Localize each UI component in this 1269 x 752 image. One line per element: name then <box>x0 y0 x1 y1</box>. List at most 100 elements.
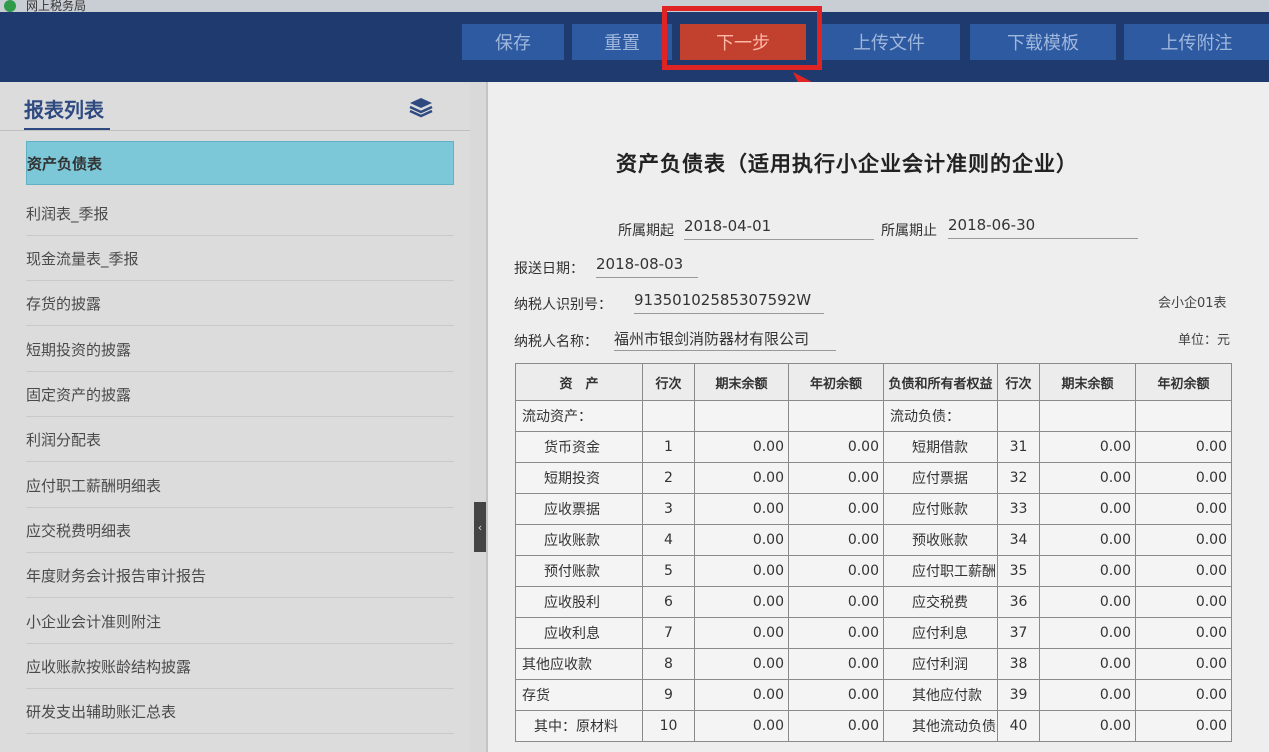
begin-balance-cell[interactable]: 0.00 <box>788 710 884 742</box>
balance-sheet-table: 资 产 行次 期末余额 年初余额 负债和所有者权益 行次 期末余额 年初余额 流… <box>515 363 1232 742</box>
end-balance-cell[interactable]: 0.00 <box>694 493 789 525</box>
begin-balance-cell-2[interactable]: 0.00 <box>1135 555 1232 587</box>
sidebar-item-receivables-aging[interactable]: 应收账款按账龄结构披露 <box>26 645 454 689</box>
empty-cell <box>997 400 1040 432</box>
liability-name: 短期借款 <box>883 431 998 463</box>
report-list-sidebar: 报表列表 资产负债表 利润表_季报 现金流量表_季报 存货的披露 短期投资的披露… <box>0 82 470 752</box>
end-balance-cell-2[interactable]: 0.00 <box>1039 493 1136 525</box>
end-balance-cell[interactable]: 0.00 <box>694 648 789 680</box>
table-row: 其中：原材料 10 0.00 0.00 其他流动负债 40 0.00 0.00 <box>515 710 1232 742</box>
sidebar-title: 报表列表 <box>24 98 104 122</box>
liability-name: 应付账款 <box>883 493 998 525</box>
begin-balance-cell-2[interactable]: 0.00 <box>1135 524 1232 556</box>
begin-balance-cell[interactable]: 0.00 <box>788 617 884 649</box>
sidebar-item-inventory[interactable]: 存货的披露 <box>26 282 454 326</box>
liability-name: 应交税费 <box>883 586 998 618</box>
period-start-field[interactable]: 2018-04-01 <box>684 217 874 240</box>
liability-name: 应付利润 <box>883 648 998 680</box>
end-balance-cell-2[interactable]: 0.00 <box>1039 524 1136 556</box>
begin-balance-cell-2[interactable]: 0.00 <box>1135 586 1232 618</box>
layers-icon[interactable] <box>408 96 434 118</box>
section-current-assets: 流动资产： <box>515 400 643 432</box>
begin-balance-cell[interactable]: 0.00 <box>788 493 884 525</box>
sidebar-item-label: 应付职工薪酬明细表 <box>26 477 162 495</box>
sidebar-item-label: 资产负债表 <box>27 154 103 173</box>
begin-balance-cell-2[interactable]: 0.00 <box>1135 617 1232 649</box>
row-no-2: 32 <box>997 462 1040 494</box>
form-code: 会小企01表 <box>1158 296 1227 311</box>
sidebar-item-label: 应收账款按账龄结构披露 <box>26 658 192 676</box>
sidebar-item-payroll[interactable]: 应付职工薪酬明细表 <box>26 464 454 508</box>
period-end-field[interactable]: 2018-06-30 <box>948 216 1138 239</box>
end-balance-cell-2[interactable]: 0.00 <box>1039 648 1136 680</box>
col-header-row-no-2: 行次 <box>997 363 1040 401</box>
end-balance-cell[interactable]: 0.00 <box>694 679 789 711</box>
end-balance-cell-2[interactable]: 0.00 <box>1039 586 1136 618</box>
begin-balance-cell-2[interactable]: 0.00 <box>1135 648 1232 680</box>
sidebar-item-label: 利润表_季报 <box>26 205 109 223</box>
sidebar-item-profit-distribution[interactable]: 利润分配表 <box>26 418 454 462</box>
row-no-2: 40 <box>997 710 1040 742</box>
end-balance-cell[interactable]: 0.00 <box>694 555 789 587</box>
begin-balance-cell[interactable]: 0.00 <box>788 679 884 711</box>
begin-balance-cell[interactable]: 0.00 <box>788 462 884 494</box>
begin-balance-cell[interactable]: 0.00 <box>788 555 884 587</box>
end-balance-cell-2[interactable]: 0.00 <box>1039 617 1136 649</box>
end-balance-cell-2[interactable]: 0.00 <box>1039 555 1136 587</box>
end-balance-cell[interactable]: 0.00 <box>694 710 789 742</box>
table-row: 应收票据 3 0.00 0.00 应付账款 33 0.00 0.00 <box>515 493 1232 525</box>
sidebar-item-accounting-notes[interactable]: 小企业会计准则附注 <box>26 600 454 644</box>
end-balance-cell-2[interactable]: 0.00 <box>1039 431 1136 463</box>
begin-balance-cell-2[interactable]: 0.00 <box>1135 462 1232 494</box>
begin-balance-cell[interactable]: 0.00 <box>788 648 884 680</box>
begin-balance-cell[interactable]: 0.00 <box>788 524 884 556</box>
collapse-sidebar-icon[interactable]: ‹ <box>474 502 486 552</box>
sidebar-item-label: 短期投资的披露 <box>26 341 132 359</box>
sidebar-item-income-statement[interactable]: 利润表_季报 <box>26 192 454 236</box>
empty-cell <box>1135 400 1232 432</box>
sidebar-item-fixed-assets[interactable]: 固定资产的披露 <box>26 373 454 417</box>
end-balance-cell[interactable]: 0.00 <box>694 462 789 494</box>
row-no-2: 31 <box>997 431 1040 463</box>
sidebar-item-label: 小企业会计准则附注 <box>26 613 162 631</box>
period-end-label: 所属期止 <box>881 223 937 239</box>
begin-balance-cell-2[interactable]: 0.00 <box>1135 493 1232 525</box>
end-balance-cell-2[interactable]: 0.00 <box>1039 710 1136 742</box>
taxpayer-id-label: 纳税人识别号： <box>514 297 612 313</box>
empty-cell <box>642 400 695 432</box>
begin-balance-cell-2[interactable]: 0.00 <box>1135 679 1232 711</box>
end-balance-cell-2[interactable]: 0.00 <box>1039 679 1136 711</box>
sidebar-item-cash-flow[interactable]: 现金流量表_季报 <box>26 237 454 281</box>
row-no: 7 <box>642 617 695 649</box>
row-no-2: 37 <box>997 617 1040 649</box>
col-header-end-balance: 期末余额 <box>694 363 789 401</box>
begin-balance-cell-2[interactable]: 0.00 <box>1135 431 1232 463</box>
taxpayer-name-field[interactable]: 福州市银剑消防器材有限公司 <box>614 328 836 351</box>
sidebar-item-label: 存货的披露 <box>26 295 102 313</box>
taxpayer-name-label: 纳税人名称： <box>514 334 598 350</box>
row-no: 9 <box>642 679 695 711</box>
row-no-2: 34 <box>997 524 1040 556</box>
sidebar-item-audit-report[interactable]: 年度财务会计报告审计报告 <box>26 554 454 598</box>
sidebar-item-label: 利润分配表 <box>26 431 102 449</box>
liability-name: 其他流动负债 <box>883 710 998 742</box>
begin-balance-cell-2[interactable]: 0.00 <box>1135 710 1232 742</box>
end-balance-cell-2[interactable]: 0.00 <box>1039 462 1136 494</box>
end-balance-cell[interactable]: 0.00 <box>694 586 789 618</box>
begin-balance-cell[interactable]: 0.00 <box>788 586 884 618</box>
sidebar-item-short-investment[interactable]: 短期投资的披露 <box>26 328 454 372</box>
sidebar-item-rd-summary[interactable]: 研发支出辅助账汇总表 <box>26 690 454 734</box>
end-balance-cell[interactable]: 0.00 <box>694 431 789 463</box>
sidebar-item-taxes[interactable]: 应交税费明细表 <box>26 509 454 553</box>
report-date-field[interactable]: 2018-08-03 <box>596 255 698 278</box>
taxpayer-id-field[interactable]: 91350102585307592W <box>634 291 824 314</box>
col-header-asset: 资 产 <box>515 363 643 401</box>
end-balance-cell[interactable]: 0.00 <box>694 617 789 649</box>
begin-balance-cell[interactable]: 0.00 <box>788 431 884 463</box>
row-no: 6 <box>642 586 695 618</box>
section-current-liabilities: 流动负债： <box>883 400 998 432</box>
end-balance-cell[interactable]: 0.00 <box>694 524 789 556</box>
sidebar-divider <box>0 130 470 131</box>
sidebar-item-balance-sheet[interactable]: 资产负债表 <box>26 141 454 185</box>
col-header-liability: 负债和所有者权益 <box>883 363 998 401</box>
